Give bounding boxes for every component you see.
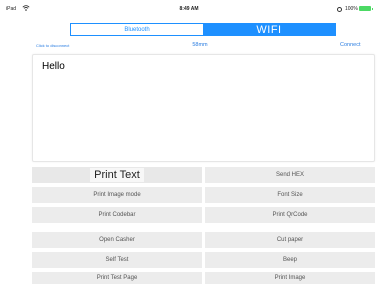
bluetooth-tab[interactable]: Bluetooth [71,24,203,35]
connection-segmented-control: Bluetooth WIFI [70,23,336,36]
cut-paper-button[interactable]: Cut paper [205,232,375,248]
print-qrcode-button[interactable]: Print QrCode [205,207,375,223]
open-casher-button[interactable]: Open Casher [32,232,202,248]
connect-button[interactable]: Connect [340,42,361,48]
print-codebar-button[interactable]: Print Codebar [32,207,202,223]
status-bar: iPad 8:49 AM 100% [0,0,378,16]
beep-button[interactable]: Beep [205,252,375,268]
print-text-label: Print Text [90,168,144,182]
wifi-signal-icon [22,5,30,11]
connection-info-row: Click to disconnect 58mm Connect [0,42,378,50]
wifi-tab[interactable]: WIFI [203,24,335,36]
app-screen: iPad 8:49 AM 100% Bluetooth WIFI Click t… [0,0,378,284]
print-test-page-button[interactable]: Print Test Page [32,272,202,284]
battery-percentage: 100% [345,6,358,12]
self-test-button[interactable]: Self Test [32,252,202,268]
battery-icon [359,6,373,11]
orientation-lock-icon [337,7,342,12]
status-time: 8:49 AM [179,6,199,12]
print-text-editor[interactable]: Hello [32,54,375,162]
device-name: iPad [6,6,17,12]
print-image-mode-button[interactable]: Print Image mode [32,187,202,203]
font-size-button[interactable]: Font Size [205,187,375,203]
print-image-button[interactable]: Print Image [205,272,375,284]
send-hex-button[interactable]: Send HEX [205,167,375,183]
disconnect-link[interactable]: Click to disconnect [36,43,69,48]
print-text-button[interactable]: Print Text [32,167,202,183]
paper-size-label[interactable]: 58mm [185,42,215,48]
